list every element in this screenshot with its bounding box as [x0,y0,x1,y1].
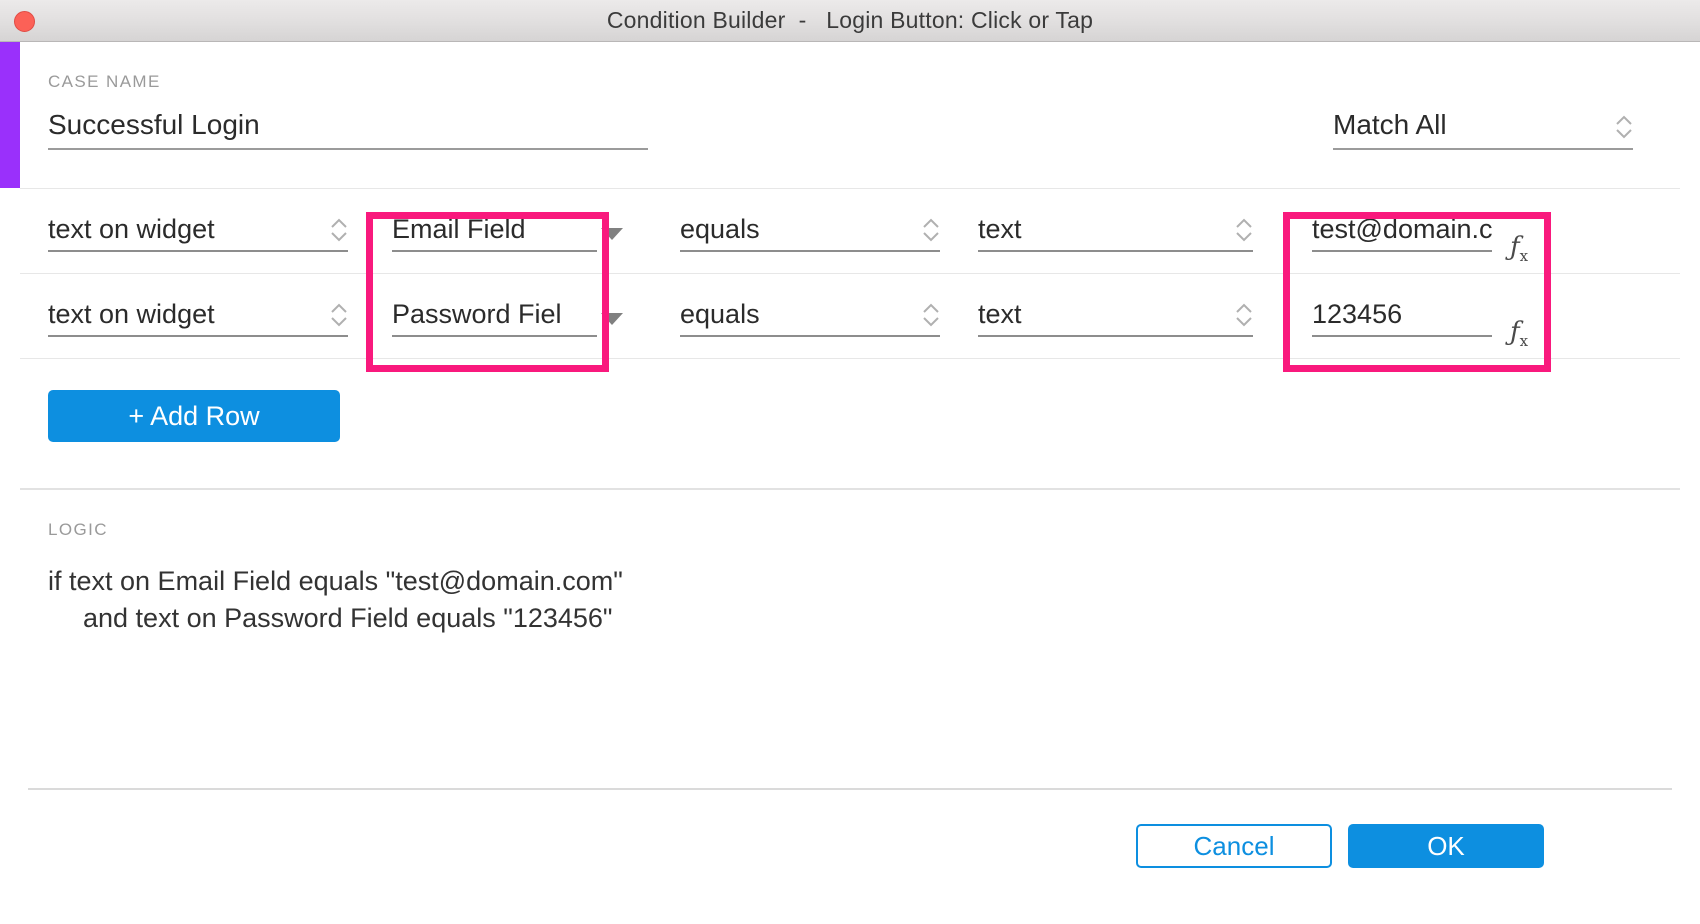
stepper-chevrons-icon[interactable] [1235,215,1253,245]
case-name-label: CASE NAME [48,72,161,91]
logic-line: if text on Email Field equals "test@doma… [48,566,623,596]
condition-value-text: test@domain.c [1312,214,1492,244]
ok-button[interactable]: OK [1348,824,1544,868]
case-name-value: Successful Login [48,109,260,140]
condition-value-input[interactable]: 123456 [1312,295,1492,337]
row-divider [20,358,1680,359]
stepper-chevrons-icon[interactable] [922,215,940,245]
case-name-input[interactable]: Successful Login [48,108,648,150]
condition-kind-select[interactable]: text on widget [48,210,348,252]
condition-value-input[interactable]: test@domain.c [1312,210,1492,252]
value-type-select[interactable]: text [978,210,1253,252]
title-bar: Condition Builder - Login Button: Click … [0,0,1700,42]
value-type-value: text [978,214,1022,244]
target-widget-dropdown[interactable]: Email Field [392,210,597,252]
condition-row: text on widget Email Field equals text t… [0,189,1700,273]
stepper-chevrons-icon[interactable] [1235,300,1253,330]
value-type-value: text [978,299,1022,329]
condition-kind-value: text on widget [48,214,215,244]
operator-select[interactable]: equals [680,210,940,252]
add-row-section: + Add Row [0,372,1700,492]
operator-value: equals [680,214,760,244]
window-title: Condition Builder - Login Button: Click … [606,7,1094,33]
function-icon[interactable]: ƒx [1510,317,1528,350]
chevron-down-icon[interactable] [601,228,623,246]
close-icon[interactable] [14,11,35,32]
logic-label: LOGIC [48,520,108,539]
logic-section-divider [20,488,1680,490]
dialog-body: CASE NAME Successful Login Match All tex… [0,42,1700,924]
logic-line: and text on Password Field equals "12345… [83,603,613,633]
stepper-chevrons-icon[interactable] [330,300,348,330]
function-icon[interactable]: ƒx [1510,232,1528,265]
dialog-footer: Cancel OK [0,790,1700,924]
add-row-button[interactable]: + Add Row [48,390,340,442]
match-mode-value: Match All [1333,109,1447,140]
target-widget-value: Email Field [392,214,526,244]
condition-value-text: 123456 [1312,299,1403,329]
condition-kind-value: text on widget [48,299,215,329]
value-type-select[interactable]: text [978,295,1253,337]
case-name-section: CASE NAME Successful Login Match All [0,42,1700,188]
stepper-chevrons-icon[interactable] [330,215,348,245]
stepper-chevrons-icon[interactable] [922,300,940,330]
condition-kind-select[interactable]: text on widget [48,295,348,337]
operator-value: equals [680,299,760,329]
target-widget-dropdown[interactable]: Password Fiel [392,295,597,337]
cancel-button[interactable]: Cancel [1136,824,1332,868]
chevron-down-icon[interactable] [601,313,623,331]
operator-select[interactable]: equals [680,295,940,337]
condition-row: text on widget Password Fiel equals text… [0,274,1700,358]
condition-builder-window: Condition Builder - Login Button: Click … [0,0,1700,924]
match-mode-select[interactable]: Match All [1333,108,1633,150]
stepper-chevrons-icon[interactable] [1615,112,1633,142]
target-widget-value: Password Fiel [392,299,562,329]
conditions-list: text on widget Email Field equals text t… [0,188,1700,372]
